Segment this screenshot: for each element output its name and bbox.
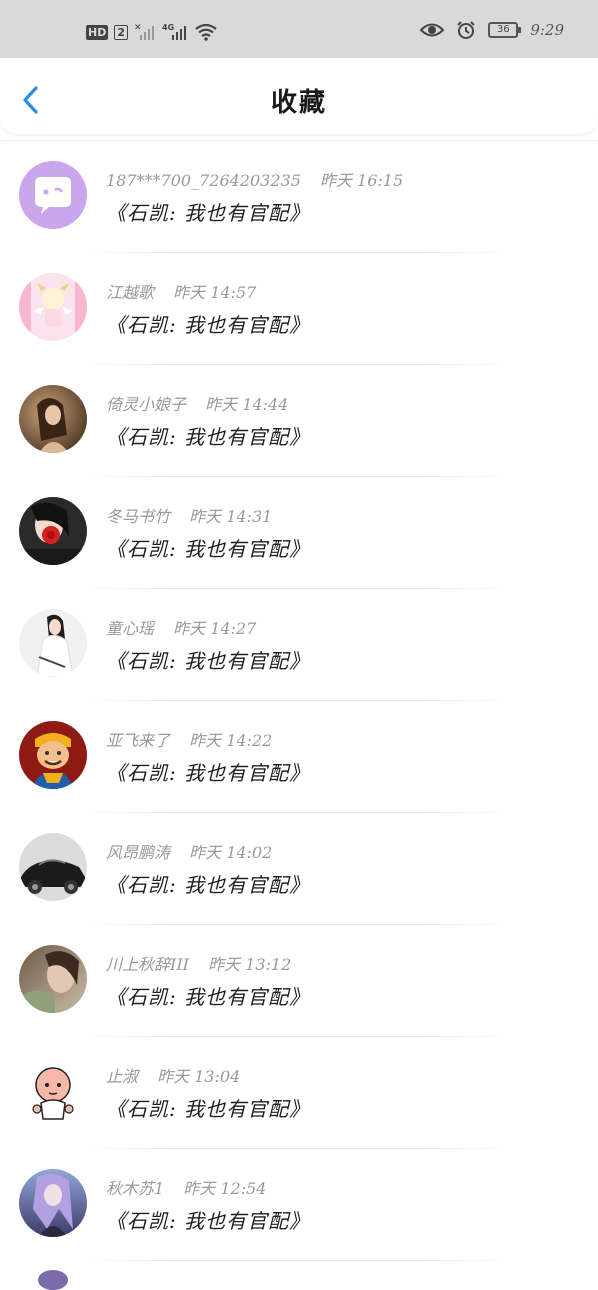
status-right: 36 9:29: [420, 20, 564, 40]
status-left: HD 2 ✕ 4G: [86, 22, 218, 42]
item-meta: 江越歌 昨天 14:57: [106, 279, 256, 303]
item-title[interactable]: 《石凯: 我也有官配》: [106, 309, 310, 338]
item-title[interactable]: 《石凯: 我也有官配》: [106, 645, 310, 674]
item-title[interactable]: 《石凯: 我也有官配》: [106, 197, 310, 226]
user-name[interactable]: 亚飞来了: [106, 731, 170, 750]
user-name[interactable]: 童心瑶: [106, 619, 154, 638]
item-meta: 冬马书竹 昨天 14:31: [106, 503, 272, 527]
user-name[interactable]: 倚灵小娘子: [106, 395, 186, 414]
timestamp: 昨天 14:02: [189, 843, 273, 862]
list-item[interactable]: 秋木苏1 昨天 12:54 《石凯: 我也有官配》: [0, 1149, 598, 1261]
timestamp: 昨天 14:27: [173, 619, 257, 638]
timestamp: 昨天 14:57: [173, 283, 257, 302]
list-item[interactable]: 江越歌 昨天 14:57 《石凯: 我也有官配》: [0, 253, 598, 365]
user-name[interactable]: 秋木苏1: [106, 1179, 164, 1198]
avatar[interactable]: [19, 161, 87, 229]
hd-badge: HD: [86, 24, 109, 40]
timestamp: 昨天 13:04: [157, 1067, 241, 1086]
signal-off-icon: ✕: [134, 22, 156, 42]
list-item[interactable]: 冬马书竹 昨天 14:31 《石凯: 我也有官配》: [0, 477, 598, 589]
item-meta: 止淑 昨天 13:04: [106, 1063, 240, 1087]
timestamp: 昨天 14:31: [189, 507, 273, 526]
row-divider: [86, 1260, 510, 1261]
svg-text:✕: ✕: [134, 23, 142, 33]
list-item[interactable]: 187***700_7264203235 昨天 16:15 《石凯: 我也有官配…: [0, 141, 598, 253]
item-title[interactable]: 《石凯: 我也有官配》: [106, 421, 310, 450]
list-item[interactable]: 亚飞来了 昨天 14:22 《石凯: 我也有官配》: [0, 701, 598, 813]
item-title[interactable]: 《石凯: 我也有官配》: [106, 1205, 310, 1234]
list-item[interactable]: 川上秋辞III 昨天 13:12 《石凯: 我也有官配》: [0, 925, 598, 1037]
avatar[interactable]: [19, 945, 87, 1013]
timestamp: 昨天 14:44: [205, 395, 289, 414]
item-title[interactable]: 《石凯: 我也有官配》: [106, 981, 310, 1010]
list-item[interactable]: 倚灵小娘子 昨天 14:44 《石凯: 我也有官配》: [0, 365, 598, 477]
signal-4g-icon: 4G: [162, 22, 188, 42]
timestamp: 昨天 13:12: [208, 955, 292, 974]
item-meta: 亚飞来了 昨天 14:22: [106, 727, 272, 751]
item-title[interactable]: 《石凯: 我也有官配》: [106, 1093, 310, 1122]
list-item[interactable]: 风昂鹏涛 昨天 14:02 《石凯: 我也有官配》: [0, 813, 598, 925]
item-meta: 倚灵小娘子 昨天 14:44: [106, 391, 288, 415]
header: 收藏: [0, 58, 598, 134]
list-item[interactable]: 童心瑶 昨天 14:27 《石凯: 我也有官配》: [0, 589, 598, 701]
avatar[interactable]: [19, 721, 87, 789]
item-title[interactable]: 《石凯: 我也有官配》: [106, 533, 310, 562]
item-meta: 187***700_7264203235 昨天 16:15: [106, 167, 403, 191]
item-title[interactable]: 《石凯: 我也有官配》: [106, 869, 310, 898]
item-meta: 风昂鹏涛 昨天 14:02: [106, 839, 272, 863]
avatar[interactable]: [19, 273, 87, 341]
avatar[interactable]: [19, 497, 87, 565]
user-name[interactable]: 187***700_7264203235: [106, 171, 301, 190]
next-avatar-peek: [38, 1270, 68, 1290]
avatar[interactable]: [19, 385, 87, 453]
battery-icon: 36: [488, 22, 522, 38]
avatar[interactable]: [19, 1057, 87, 1125]
status-bar: HD 2 ✕ 4G 36 9:29: [0, 0, 598, 58]
page-title: 收藏: [270, 88, 327, 118]
timestamp: 昨天 14:22: [189, 731, 273, 750]
clock: 9:29: [530, 21, 564, 39]
user-name[interactable]: 川上秋辞III: [106, 955, 189, 974]
avatar[interactable]: [19, 609, 87, 677]
item-meta: 童心瑶 昨天 14:27: [106, 615, 256, 639]
item-meta: 川上秋辞III 昨天 13:12: [106, 951, 291, 975]
avatar[interactable]: [19, 1169, 87, 1237]
user-name[interactable]: 江越歌: [106, 283, 154, 302]
network-label: 4G: [162, 23, 174, 32]
avatar[interactable]: [19, 833, 87, 901]
item-title[interactable]: 《石凯: 我也有官配》: [106, 757, 310, 786]
timestamp: 昨天 16:15: [319, 171, 404, 190]
user-name[interactable]: 冬马书竹: [106, 507, 170, 526]
user-name[interactable]: 止淑: [106, 1067, 138, 1086]
favorites-list: 187***700_7264203235 昨天 16:15 《石凯: 我也有官配…: [0, 141, 598, 1261]
alarm-icon: [456, 20, 476, 40]
timestamp: 昨天 12:54: [183, 1179, 267, 1198]
sim-badge: 2: [114, 24, 128, 40]
wifi-icon: [194, 22, 218, 42]
eye-icon: [420, 22, 445, 38]
user-name[interactable]: 风昂鹏涛: [106, 843, 170, 862]
list-item[interactable]: 止淑 昨天 13:04 《石凯: 我也有官配》: [0, 1037, 598, 1149]
item-meta: 秋木苏1 昨天 12:54: [106, 1175, 266, 1199]
